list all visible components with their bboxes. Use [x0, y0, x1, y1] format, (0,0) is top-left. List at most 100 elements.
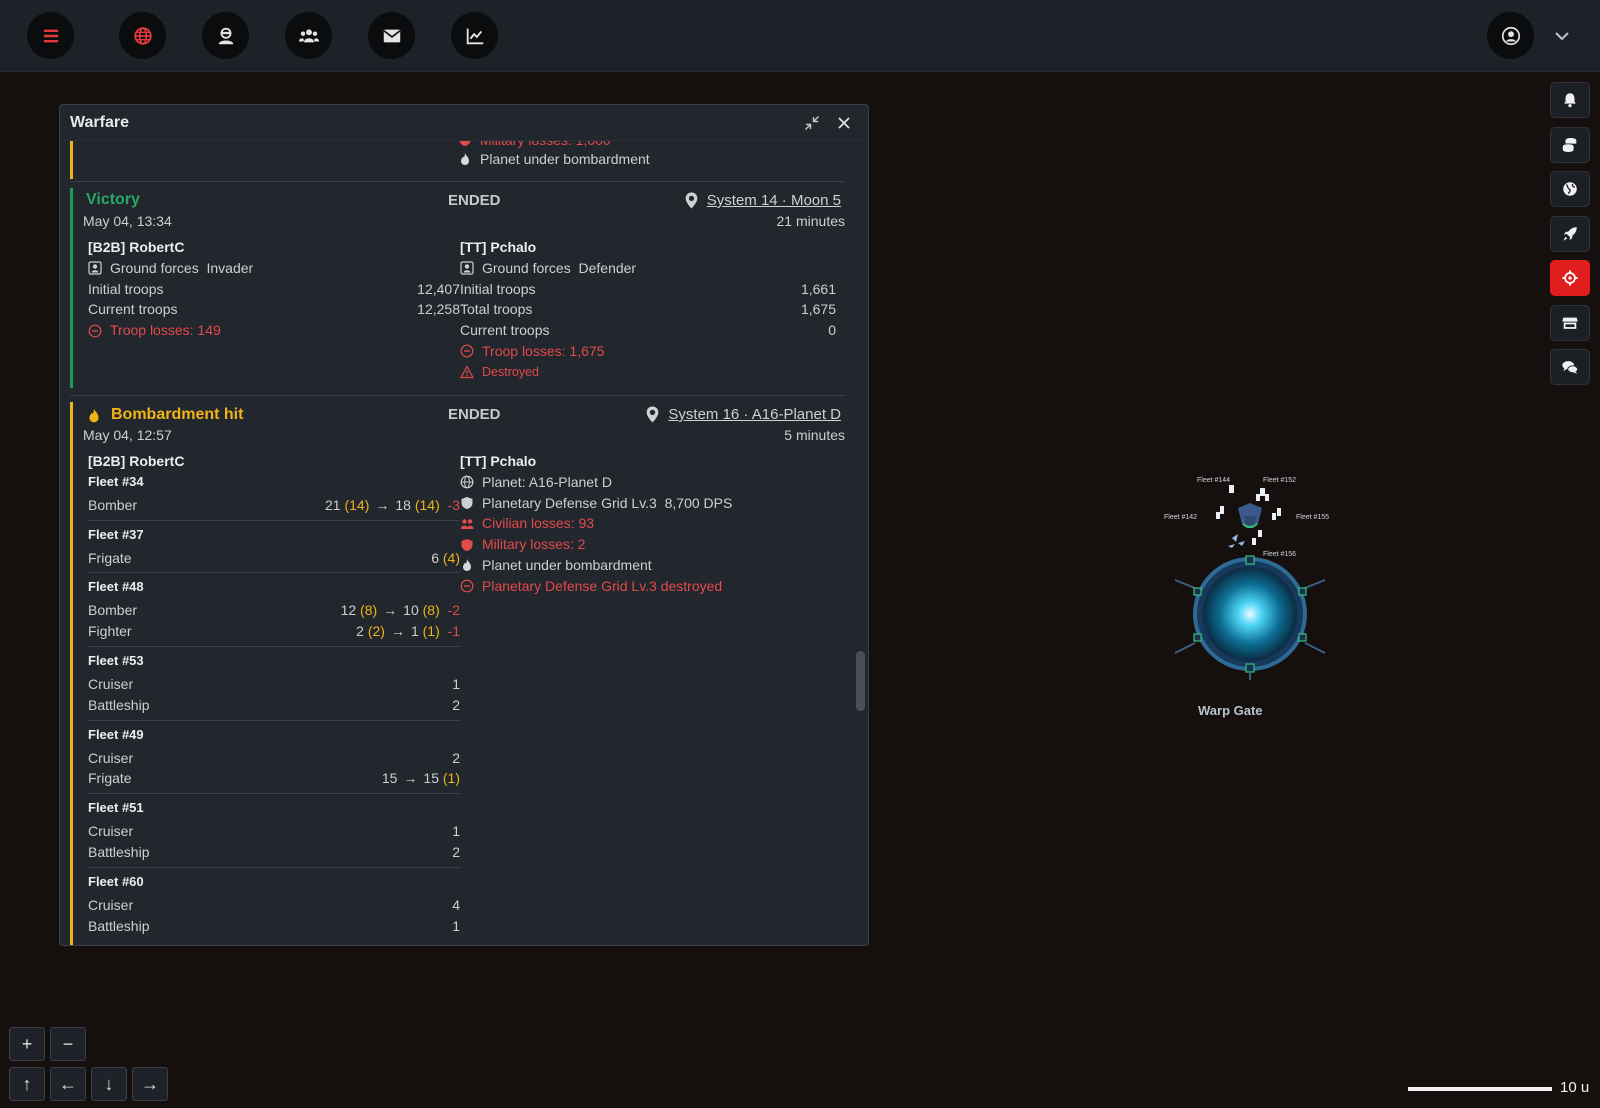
people-icon — [460, 519, 474, 529]
notifications-button[interactable] — [1550, 82, 1590, 118]
zoom-out-button[interactable]: − — [50, 1027, 86, 1061]
initial-troops-value: 12,407 — [417, 280, 460, 297]
arrow-right-icon: → — [383, 602, 398, 619]
warfare-button[interactable] — [1550, 260, 1590, 296]
warfare-window: Warfare Military losses: 1,000 Planet un… — [59, 104, 869, 946]
window-title: Warfare — [70, 113, 129, 131]
compress-icon — [805, 115, 819, 130]
commander-icon — [88, 261, 102, 275]
alliance-button[interactable] — [285, 12, 332, 59]
planets-button[interactable] — [1550, 171, 1590, 207]
market-button[interactable] — [1550, 304, 1590, 341]
chevron-down-icon[interactable] — [1552, 26, 1572, 46]
divider — [88, 719, 460, 721]
arrow-right-icon: → — [403, 770, 418, 787]
rocket-icon — [1563, 226, 1577, 241]
ship-row: Fighter 2 (2) → 1 (1) -1 — [88, 621, 460, 642]
commander-icon — [460, 261, 474, 275]
side-rail — [1550, 82, 1590, 394]
attacker-fleets: [B2B] RobertC Fleet #34 Bomber 21 (14) → 1… — [88, 451, 460, 936]
destroyed-label: Destroyed — [482, 364, 539, 379]
minimize-button[interactable] — [798, 109, 826, 137]
store-icon — [1562, 317, 1578, 329]
globe-icon — [460, 475, 474, 489]
fleet-label[interactable]: Fleet #144 — [1197, 477, 1230, 484]
ship-row: Battleship 2 — [88, 696, 460, 713]
battle-result-title: Victory — [86, 191, 140, 208]
pan-down-button[interactable]: ↓ — [91, 1067, 127, 1101]
location-text[interactable]: System 14 · Moon 5 — [707, 192, 841, 209]
battle-log[interactable]: Military losses: 1,000 Planet under bomb… — [60, 141, 854, 945]
pan-left-button[interactable]: ← — [50, 1067, 86, 1101]
warp-gate-icon — [1174, 555, 1326, 680]
globe-icon — [1563, 182, 1577, 196]
location-text[interactable]: System 16 · A16-Planet D — [668, 406, 841, 423]
warp-gate-map-object[interactable]: Fleet #144 Fleet #152 Fleet #142 Fleet #… — [1150, 468, 1350, 728]
battle-location-link[interactable]: System 16 · A16-Planet D — [645, 406, 841, 423]
chat-button[interactable] — [1550, 349, 1590, 385]
bombardment-text: Planet under bombardment — [482, 556, 652, 573]
fleet-label[interactable]: Fleet #155 — [1296, 514, 1329, 521]
stats-button[interactable] — [451, 12, 498, 59]
pan-right-button[interactable]: → — [132, 1067, 168, 1101]
galaxy-button[interactable] — [119, 12, 166, 59]
window-header: Warfare — [60, 105, 868, 141]
user-circle-icon — [1501, 26, 1520, 45]
resources-button[interactable] — [1550, 126, 1590, 163]
ship-row: Cruiser 1 — [88, 823, 460, 840]
fleet-label[interactable]: Fleet #142 — [1164, 514, 1197, 521]
map-pin-icon — [647, 406, 659, 423]
ship-row: Frigate 6 (4) — [88, 549, 460, 566]
fleet-label[interactable]: Fleet #152 — [1263, 477, 1296, 484]
attacker-name: [B2B] RobertC — [88, 453, 185, 469]
pan-up-button[interactable]: ↑ — [9, 1067, 45, 1101]
divider — [70, 181, 845, 182]
profile-button[interactable] — [1487, 12, 1534, 59]
battle-status: ENDED — [448, 192, 501, 209]
defender-panel: [TT] Pchalo Planet: A16-Planet D Planeta… — [460, 451, 836, 597]
stat-label: Total troops — [460, 301, 533, 318]
fire-icon — [463, 559, 471, 572]
current-troops-value: 0 — [828, 322, 836, 339]
zoom-in-button[interactable]: + — [9, 1027, 45, 1061]
battle-date: May 04, 12:57 — [83, 427, 172, 443]
fleet-label[interactable]: Fleet #156 — [1263, 551, 1296, 558]
globe-icon — [133, 26, 152, 45]
map-pin-icon — [685, 192, 698, 209]
defender-panel: [TT] Pchalo Ground forces Defender Initi… — [460, 237, 836, 383]
force-role: Invader — [206, 259, 254, 276]
divider — [88, 572, 460, 574]
commander-icon — [218, 27, 233, 44]
divider — [88, 645, 460, 647]
battle-entry-victory: Victory ENDED System 14 · Moon 5 May 04,… — [70, 188, 845, 388]
fleet-markers[interactable]: Fleet #144 Fleet #152 Fleet #142 Fleet #… — [1164, 477, 1329, 558]
fleet-name: Fleet #48 — [88, 579, 144, 595]
fleet-name: Fleet #53 — [88, 652, 144, 668]
shield-icon — [461, 496, 473, 509]
battle-date: May 04, 13:34 — [83, 213, 172, 229]
troop-losses: Troop losses: 1,675 — [482, 342, 605, 359]
close-button[interactable] — [830, 109, 858, 137]
fleets-button[interactable] — [1550, 215, 1590, 252]
shield-icon — [459, 141, 471, 147]
stat-label: Initial troops — [88, 280, 164, 297]
troop-losses: Troop losses: 149 — [110, 322, 221, 339]
divider — [88, 793, 460, 795]
battle-location-link[interactable]: System 14 · Moon 5 — [684, 192, 841, 209]
mail-button[interactable] — [368, 12, 415, 59]
commander-button[interactable] — [202, 12, 249, 59]
scrollbar[interactable] — [856, 145, 865, 941]
battle-entry-previous: Military losses: 1,000 Planet under bomb… — [70, 141, 845, 179]
fleet-name: Fleet #60 — [88, 873, 144, 889]
battle-result-title: Bombardment hit — [111, 406, 244, 423]
battle-duration: 21 minutes — [776, 213, 845, 229]
map-object-label[interactable]: Warp Gate — [1198, 703, 1298, 718]
attacker-panel: [B2B] RobertC Ground forces Invader Init… — [88, 237, 460, 341]
scrollbar-thumb[interactable] — [856, 651, 865, 711]
stat-label: Current troops — [88, 301, 178, 318]
mail-icon — [383, 29, 400, 42]
menu-button[interactable] — [27, 12, 74, 59]
ship-row: Battleship 2 — [88, 843, 460, 860]
fleet-name: Fleet #51 — [88, 800, 144, 816]
arrow-right-icon: → — [375, 496, 390, 513]
